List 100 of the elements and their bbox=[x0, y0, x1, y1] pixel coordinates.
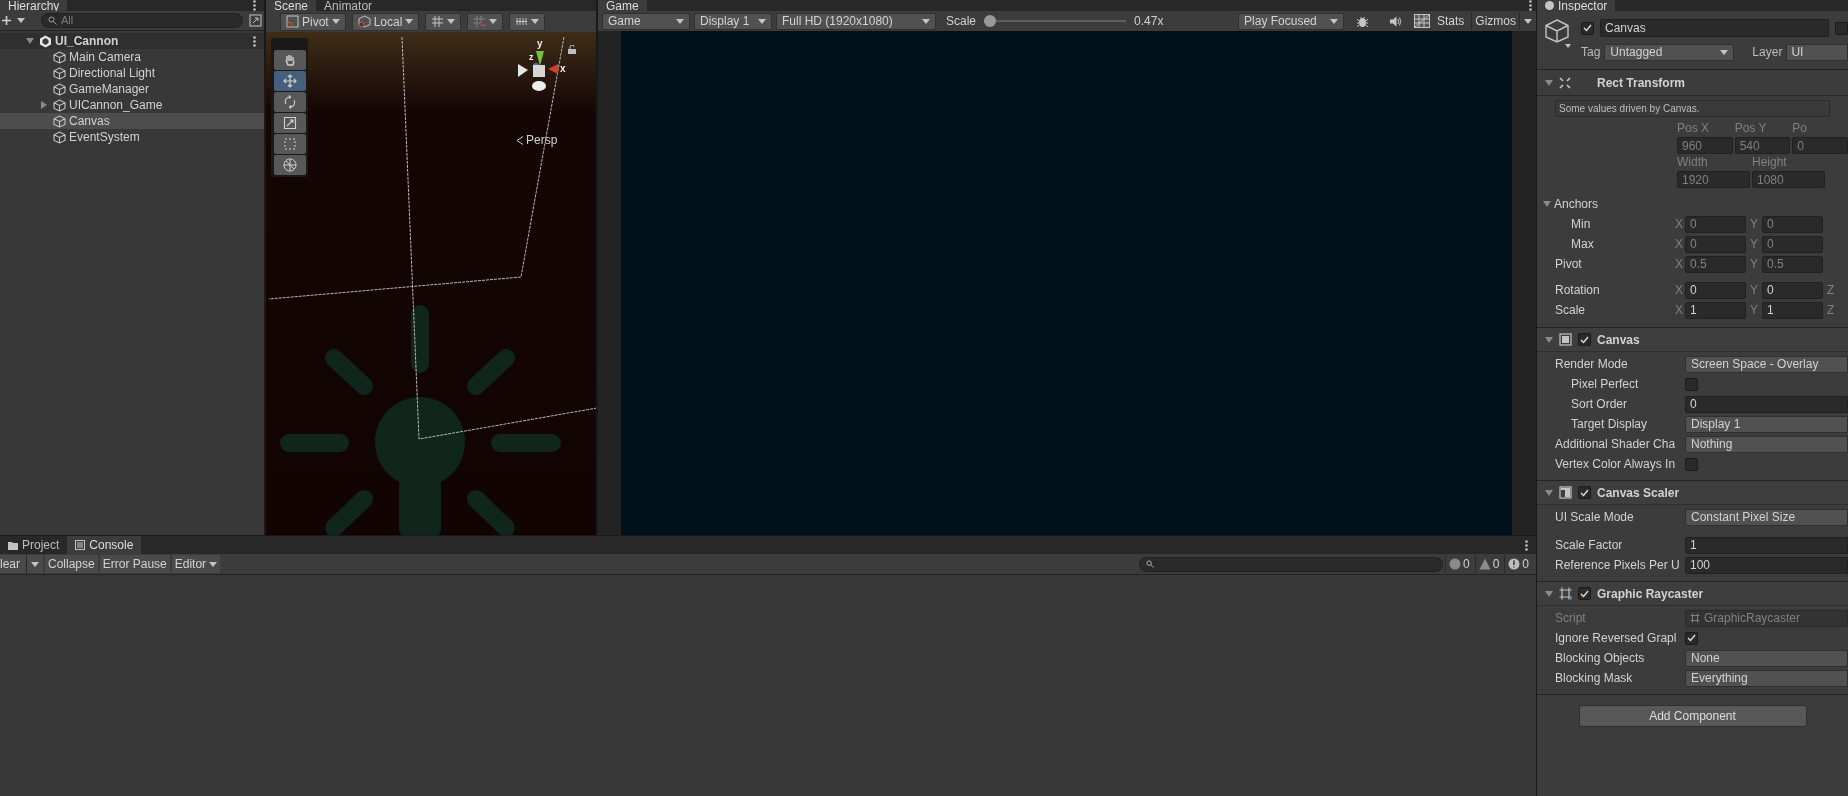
log-count-toggle[interactable]: 0 bbox=[1504, 555, 1532, 573]
stats-button[interactable]: Stats bbox=[1433, 12, 1468, 30]
dropdown[interactable]: Nothing bbox=[1685, 435, 1848, 453]
number-field[interactable]: 0 bbox=[1792, 137, 1848, 154]
play-mode-dropdown[interactable]: Play Focused bbox=[1238, 12, 1345, 30]
number-field[interactable]: 540 bbox=[1734, 137, 1791, 154]
more-icon[interactable] bbox=[1525, 539, 1528, 551]
number-field[interactable]: 0 bbox=[1685, 215, 1746, 233]
number-field[interactable]: 1 bbox=[1685, 301, 1746, 319]
number-field[interactable]: 0 bbox=[1685, 395, 1848, 413]
rect-tool-button[interactable] bbox=[273, 134, 306, 154]
hierarchy-item[interactable]: EventSystem bbox=[0, 129, 264, 145]
ruler-button[interactable] bbox=[509, 12, 546, 31]
expand-arrow-icon[interactable] bbox=[40, 101, 48, 109]
snap-increment-button[interactable] bbox=[467, 12, 504, 31]
number-field[interactable]: 0 bbox=[1685, 235, 1746, 253]
speaker-icon[interactable] bbox=[1388, 14, 1402, 28]
more-icon[interactable] bbox=[1529, 0, 1532, 11]
checkbox[interactable] bbox=[1578, 587, 1591, 600]
pivot-dropdown[interactable]: Pivot bbox=[280, 12, 346, 31]
number-field[interactable]: 100 bbox=[1685, 556, 1848, 574]
number-field[interactable]: 1920 bbox=[1677, 171, 1750, 188]
slider-thumb[interactable] bbox=[984, 15, 997, 27]
number-field[interactable]: 0 bbox=[1762, 215, 1823, 233]
gizmos-button[interactable]: Gizmos bbox=[1471, 12, 1520, 30]
log-count-toggle[interactable]: 0 bbox=[1474, 555, 1503, 573]
panel-tab[interactable]: Game bbox=[598, 0, 647, 11]
dropdown[interactable]: Everything bbox=[1685, 669, 1848, 687]
scale-tool-button[interactable] bbox=[273, 113, 306, 133]
display-dropdown[interactable]: Display 1 bbox=[694, 12, 772, 30]
more-icon[interactable] bbox=[253, 0, 256, 11]
hierarchy-item[interactable]: UICannon_Game bbox=[0, 97, 264, 113]
checkbox[interactable] bbox=[1685, 457, 1698, 471]
number-field[interactable]: 0 bbox=[1762, 235, 1823, 253]
number-field[interactable]: 0.5 bbox=[1762, 255, 1823, 273]
checkbox[interactable] bbox=[1578, 486, 1591, 499]
lock-icon[interactable] bbox=[568, 45, 576, 54]
number-field[interactable]: 0 bbox=[1762, 281, 1823, 299]
add-component-button[interactable]: Add Component bbox=[1578, 705, 1807, 727]
projection-toggle[interactable]: Persp bbox=[516, 131, 558, 149]
item-label: Directional Light bbox=[69, 65, 156, 82]
resolution-dropdown[interactable]: Full HD (1920x1080) bbox=[776, 12, 936, 30]
number-field[interactable]: 1 bbox=[1685, 536, 1848, 554]
column-header: Po bbox=[1792, 120, 1809, 137]
number-field[interactable]: 1080 bbox=[1752, 171, 1825, 188]
number-field[interactable]: 960 bbox=[1677, 137, 1733, 154]
grid-snap-button[interactable] bbox=[425, 12, 462, 31]
transform-tool-button[interactable] bbox=[273, 155, 306, 175]
scale-slider[interactable] bbox=[984, 15, 1127, 27]
dropdown[interactable]: Screen Space - Overlay bbox=[1685, 355, 1848, 373]
scaler-component-icon bbox=[1559, 486, 1572, 499]
toggle-button[interactable]: Error Pause bbox=[99, 555, 170, 573]
expand-arrow-icon[interactable] bbox=[26, 37, 34, 45]
hierarchy-item[interactable]: UI_Cannon bbox=[0, 33, 264, 49]
grid-icon[interactable] bbox=[1413, 14, 1430, 28]
space-dropdown[interactable]: Local bbox=[351, 12, 420, 31]
view-dropdown[interactable]: Game bbox=[602, 12, 690, 30]
search-field[interactable]: All bbox=[41, 13, 243, 28]
log-count-toggle[interactable]: 0 bbox=[1444, 555, 1473, 573]
editor-dropdown[interactable]: Editor bbox=[171, 555, 221, 573]
property-label: Render Mode bbox=[1555, 356, 1629, 373]
foldout-label[interactable]: Anchors bbox=[1554, 195, 1599, 213]
dropdown[interactable]: None bbox=[1685, 649, 1848, 667]
number-field[interactable]: 0.5 bbox=[1685, 255, 1746, 273]
chevron-left-icon bbox=[516, 135, 524, 145]
number-field[interactable]: 1 bbox=[1762, 301, 1823, 319]
checkbox[interactable] bbox=[1835, 21, 1848, 35]
rotate-tool-button[interactable] bbox=[273, 92, 306, 112]
panel-tab[interactable]: Console bbox=[67, 536, 142, 554]
expand-arrow-icon[interactable] bbox=[1543, 200, 1551, 208]
more-icon[interactable] bbox=[253, 35, 256, 47]
expand-arrow-icon[interactable] bbox=[1545, 589, 1553, 598]
layer-dropdown[interactable]: UI bbox=[1786, 43, 1848, 61]
search-field[interactable] bbox=[1138, 556, 1443, 572]
hierarchy-item[interactable]: Directional Light bbox=[0, 65, 264, 81]
dropdown[interactable]: Display 1 bbox=[1685, 415, 1848, 433]
toggle-button[interactable]: Collapse bbox=[45, 555, 98, 573]
hand-tool-button[interactable] bbox=[273, 50, 306, 70]
panel-tab[interactable]: Scene bbox=[266, 0, 317, 11]
dropdown[interactable]: Constant Pixel Size bbox=[1685, 508, 1848, 526]
expand-arrow-icon[interactable] bbox=[1545, 488, 1553, 497]
hierarchy-item[interactable]: GameManager bbox=[0, 81, 264, 97]
caret-icon bbox=[758, 18, 766, 24]
hierarchy-item[interactable]: Main Camera bbox=[0, 49, 264, 65]
checkbox[interactable] bbox=[1581, 21, 1594, 35]
checkbox[interactable] bbox=[1685, 631, 1698, 645]
search-icon bbox=[1145, 560, 1154, 568]
add-icon[interactable] bbox=[2, 16, 11, 25]
object-name-field[interactable]: Canvas bbox=[1600, 19, 1829, 37]
expand-arrow-icon[interactable] bbox=[1545, 78, 1553, 87]
expand-arrow-icon[interactable] bbox=[1545, 335, 1553, 344]
bug-icon[interactable] bbox=[1356, 14, 1370, 28]
move-tool-button[interactable] bbox=[273, 71, 306, 91]
checkbox[interactable] bbox=[1578, 333, 1591, 346]
checkbox[interactable] bbox=[1685, 377, 1698, 391]
number-field[interactable]: 0 bbox=[1685, 281, 1746, 299]
hierarchy-item[interactable]: Canvas bbox=[0, 113, 264, 129]
clear-button[interactable]: lear bbox=[0, 555, 43, 573]
property-label: Blocking Objects bbox=[1555, 650, 1646, 667]
tag-dropdown[interactable]: Untagged bbox=[1604, 43, 1735, 61]
